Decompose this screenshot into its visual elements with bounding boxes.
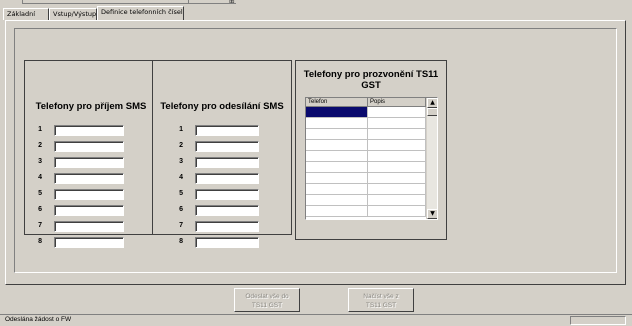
receive-sms-title: Telefony pro příjem SMS [35, 101, 147, 112]
receive-sms-group: Telefony pro příjem SMS 1 2 3 4 5 6 7 8 [24, 60, 158, 248]
call-phones-grid[interactable]: Telefon Popis ▲ ▼ [305, 97, 438, 220]
send-sms-group: Telefony pro odesílání SMS 1 2 3 4 5 6 7… [152, 60, 292, 248]
receive-row: 7 [32, 221, 152, 233]
receive-row: 5 [32, 189, 152, 201]
grid-cell[interactable] [306, 184, 368, 195]
grip-icon: ⊞ [229, 0, 235, 5]
grid-cell[interactable] [368, 140, 426, 151]
receive-phone-1-input[interactable] [54, 125, 124, 136]
send-phone-8-input[interactable] [195, 237, 259, 248]
receive-phone-8-input[interactable] [54, 237, 124, 248]
send-sms-title: Telefony pro odesílání SMS [160, 101, 284, 112]
grid-cell[interactable] [306, 206, 368, 217]
receive-phone-7-input[interactable] [54, 221, 124, 232]
tab-vstup-vystup[interactable]: Vstup/Výstup [49, 8, 97, 20]
send-phone-4-input[interactable] [195, 173, 259, 184]
row-number: 7 [38, 222, 42, 229]
status-bar: Odeslána žádost o FW [0, 314, 632, 326]
row-number: 2 [179, 142, 183, 149]
grid-cell[interactable] [368, 151, 426, 162]
grid-cell[interactable] [368, 206, 426, 217]
row-number: 2 [38, 142, 42, 149]
receive-row: 6 [32, 205, 152, 217]
grid-cell[interactable] [306, 195, 368, 206]
send-all-button[interactable]: Odeslat vše do TS11 GST [234, 288, 300, 312]
grid-header-popis[interactable]: Popis [368, 98, 426, 107]
grid-cell[interactable] [368, 195, 426, 206]
row-number: 3 [38, 158, 42, 165]
receive-phone-3-input[interactable] [54, 157, 124, 168]
send-row: 8 [173, 237, 283, 249]
send-row: 1 [173, 125, 283, 137]
call-group-title-line2: GST [361, 80, 381, 91]
receive-phone-6-input[interactable] [54, 205, 124, 216]
grid-cell[interactable] [368, 107, 426, 118]
receive-row: 1 [32, 125, 152, 137]
grid-cell[interactable] [368, 162, 426, 173]
send-phone-3-input[interactable] [195, 157, 259, 168]
row-number: 3 [179, 158, 183, 165]
receive-phone-2-input[interactable] [54, 141, 124, 152]
receive-row: 2 [32, 141, 152, 153]
grid-scrollbar[interactable]: ▲ ▼ [426, 98, 437, 219]
call-group: Telefony pro prozvonění TS11 GST Telefon… [295, 60, 447, 240]
send-phone-6-input[interactable] [195, 205, 259, 216]
scrollbar-thumb[interactable] [427, 108, 437, 116]
grid-cell[interactable] [368, 118, 426, 129]
send-all-label-line2: TS11 GST [251, 302, 283, 309]
receive-row: 8 [32, 237, 152, 249]
arrow-up-icon[interactable]: ▲ [427, 98, 437, 108]
call-group-title-line1: Telefony pro prozvonění TS11 [303, 69, 439, 80]
send-phone-5-input[interactable] [195, 189, 259, 200]
grid-cell[interactable] [306, 151, 368, 162]
send-phone-2-input[interactable] [195, 141, 259, 152]
arrow-down-icon[interactable]: ▼ [427, 209, 437, 219]
tab-panel: Telefony pro příjem SMS 1 2 3 4 5 6 7 8 … [5, 20, 626, 285]
grid-cell[interactable] [306, 173, 368, 184]
grid-cell[interactable] [368, 184, 426, 195]
load-all-button[interactable]: Načíst vše z TS11 GST [348, 288, 414, 312]
row-number: 1 [179, 126, 183, 133]
grid-header-telefon[interactable]: Telefon [306, 98, 368, 107]
status-pane [570, 316, 626, 325]
content-frame: Telefony pro příjem SMS 1 2 3 4 5 6 7 8 … [14, 28, 617, 273]
grid-cell[interactable] [306, 129, 368, 140]
tab-zakladni[interactable]: Základní [3, 8, 49, 20]
send-phone-1-input[interactable] [195, 125, 259, 136]
send-row: 4 [173, 173, 283, 185]
receive-phone-5-input[interactable] [54, 189, 124, 200]
send-all-label-line1: Odeslat vše do [245, 293, 289, 300]
row-number: 1 [38, 126, 42, 133]
load-all-label-line2: TS11 GST [365, 302, 397, 309]
status-text: Odeslána žádost o FW [5, 316, 72, 323]
grid-cell[interactable] [306, 118, 368, 129]
grid-cell[interactable] [368, 129, 426, 140]
row-number: 5 [38, 190, 42, 197]
row-number: 4 [179, 174, 183, 181]
grid-cell[interactable] [306, 162, 368, 173]
row-number: 5 [179, 190, 183, 197]
row-number: 7 [179, 222, 183, 229]
call-group-title: Telefony pro prozvonění TS11 GST [296, 69, 446, 91]
top-strip: ⊞ [0, 0, 632, 6]
send-row: 6 [173, 205, 283, 217]
row-number: 4 [38, 174, 42, 181]
load-all-label-line1: Načíst vše z [363, 293, 399, 300]
grid-cell[interactable] [306, 140, 368, 151]
row-number: 6 [38, 206, 42, 213]
row-number: 8 [38, 238, 42, 245]
receive-phone-4-input[interactable] [54, 173, 124, 184]
grid-cell[interactable] [368, 173, 426, 184]
send-row: 5 [173, 189, 283, 201]
tab-definice-telefonnich-cisel[interactable]: Definice telefonních čísel [97, 6, 184, 20]
grid-cell-selected[interactable] [306, 107, 368, 118]
receive-row: 4 [32, 173, 152, 185]
row-number: 8 [179, 238, 183, 245]
send-row: 7 [173, 221, 283, 233]
send-row: 3 [173, 157, 283, 169]
send-row: 2 [173, 141, 283, 153]
send-phone-7-input[interactable] [195, 221, 259, 232]
receive-row: 3 [32, 157, 152, 169]
row-number: 6 [179, 206, 183, 213]
